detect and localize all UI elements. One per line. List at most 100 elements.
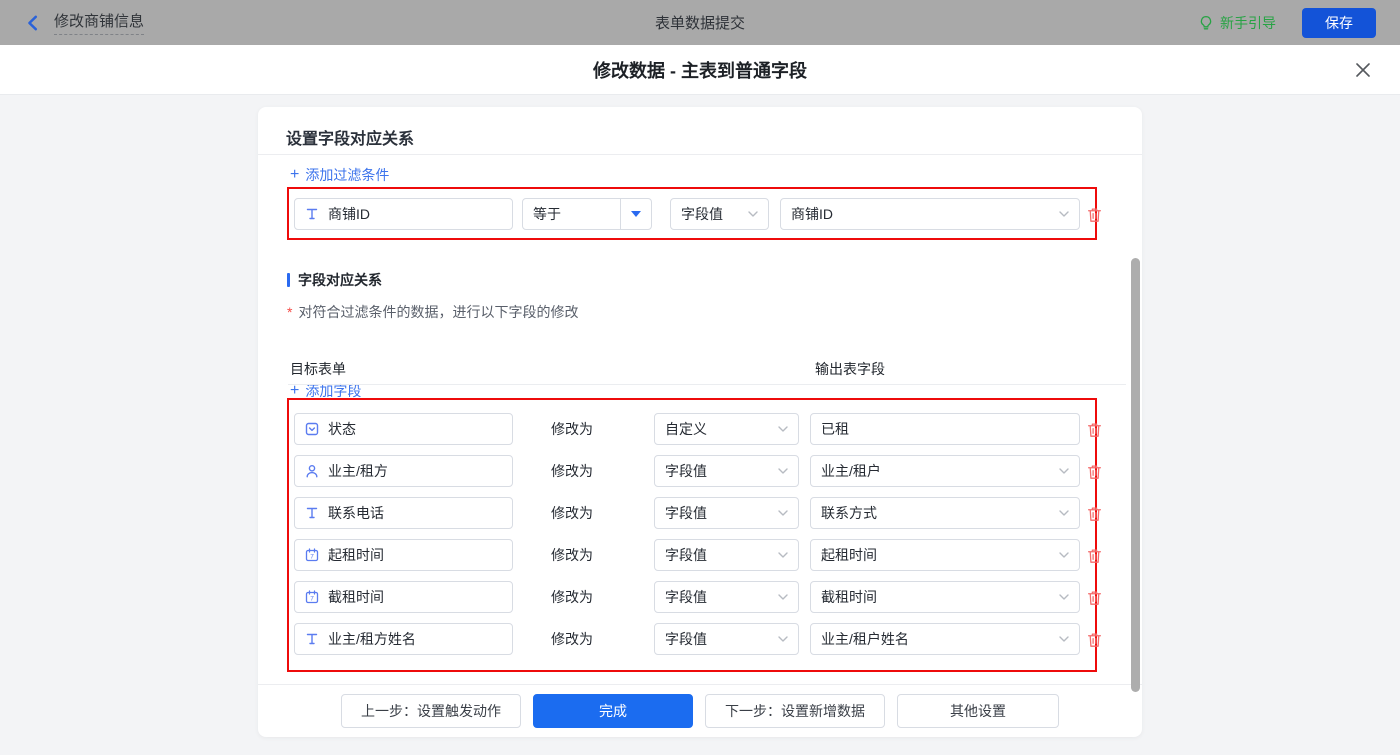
other-settings-button[interactable]: 其他设置 <box>897 694 1059 728</box>
mapping-row: 业主/租方 修改为 字段值 业主/租户 <box>289 455 1095 487</box>
modify-to-label: 修改为 <box>551 589 593 605</box>
column-header-target: 目标表单 <box>290 361 346 377</box>
output-value-input[interactable]: 已租 <box>810 413 1080 445</box>
delete-filter-button[interactable] <box>1087 206 1105 224</box>
target-field-input[interactable]: 业主/租方姓名 <box>294 623 513 655</box>
trash-icon <box>1087 422 1102 438</box>
value-type-select[interactable]: 字段值 <box>654 455 799 487</box>
prev-step-button[interactable]: 上一步：设置触发动作 <box>341 694 521 728</box>
mapping-row: 截租时间 修改为 字段值 截租时间 <box>289 581 1095 613</box>
delete-row-button[interactable] <box>1087 631 1105 649</box>
filter-value-select[interactable]: 商铺ID <box>780 198 1080 230</box>
chevron-down-icon <box>778 636 788 642</box>
close-icon <box>1356 63 1370 77</box>
target-field-input[interactable]: 业主/租方 <box>294 455 513 487</box>
value-type-select[interactable]: 自定义 <box>654 413 799 445</box>
mapping-description: * 对符合过滤条件的数据，进行以下字段的修改 <box>287 304 579 320</box>
chevron-down-icon <box>748 211 758 217</box>
beginner-guide-link[interactable]: 新手引导 <box>1198 13 1276 33</box>
text-field-icon <box>305 632 319 646</box>
delete-row-button[interactable] <box>1087 589 1105 607</box>
next-step-button[interactable]: 下一步：设置新增数据 <box>705 694 885 728</box>
date-field-icon <box>305 590 319 604</box>
close-button[interactable] <box>1354 60 1374 80</box>
app-title: 表单数据提交 <box>654 15 745 32</box>
plus-icon: + <box>290 382 300 399</box>
modify-to-label: 修改为 <box>551 463 593 479</box>
value-type: 字段值 <box>681 206 723 222</box>
scrollbar-thumb[interactable] <box>1131 258 1140 692</box>
section-accent-bar <box>287 273 290 287</box>
output-field-select[interactable]: 起租时间 <box>810 539 1080 571</box>
back-label: 修改商铺信息 <box>54 10 145 35</box>
text-field-icon <box>305 207 319 221</box>
output-field-select[interactable]: 业主/租户 <box>810 455 1080 487</box>
filter-operator-select[interactable]: 等于 <box>522 198 652 230</box>
value-type-select[interactable]: 字段值 <box>654 539 799 571</box>
delete-row-button[interactable] <box>1087 421 1105 439</box>
person-field-icon <box>305 464 319 478</box>
filter-value: 商铺ID <box>791 206 833 222</box>
field-mapping-card: 设置字段对应关系 + 添加过滤条件 商铺ID 等于 字段值 商铺ID 字段对应关… <box>258 107 1142 737</box>
modify-to-label: 修改为 <box>551 505 593 521</box>
highlight-box-filter: 商铺ID 等于 字段值 商铺ID <box>287 187 1097 240</box>
save-button[interactable]: 保存 <box>1302 7 1376 38</box>
mapping-section-title: 字段对应关系 <box>287 270 382 290</box>
mapping-row: 起租时间 修改为 字段值 起租时间 <box>289 539 1095 571</box>
chevron-down-icon <box>778 552 788 558</box>
guide-label: 新手引导 <box>1220 14 1276 31</box>
filter-field-input[interactable]: 商铺ID <box>294 198 513 230</box>
modify-to-label: 修改为 <box>551 547 593 563</box>
value-type-select[interactable]: 字段值 <box>654 623 799 655</box>
trash-icon <box>1087 632 1102 648</box>
chevron-down-icon <box>1059 594 1069 600</box>
delete-row-button[interactable] <box>1087 505 1105 523</box>
chevron-down-icon <box>1059 510 1069 516</box>
highlight-box-mapping: 状态 修改为 自定义 已租 业主/租方 修改为 字段值 业主/租户 联系电话 修… <box>287 398 1097 672</box>
card-footer: 上一步：设置触发动作 完成 下一步：设置新增数据 其他设置 <box>258 684 1142 737</box>
chevron-down-icon <box>778 594 788 600</box>
value-type-select[interactable]: 字段值 <box>654 581 799 613</box>
divider <box>288 384 1126 385</box>
back-button[interactable]: 修改商铺信息 <box>24 10 145 35</box>
required-mark: * <box>287 304 293 320</box>
target-field-input[interactable]: 状态 <box>294 413 513 445</box>
output-field-select[interactable]: 业主/租户姓名 <box>810 623 1080 655</box>
target-field-input[interactable]: 起租时间 <box>294 539 513 571</box>
modal-header: 修改数据 - 主表到普通字段 <box>0 45 1400 95</box>
value-type-select[interactable]: 字段值 <box>654 497 799 529</box>
add-filter-link[interactable]: + 添加过滤条件 <box>290 165 389 185</box>
operator-caret[interactable] <box>620 199 651 229</box>
chevron-down-icon <box>778 426 788 432</box>
date-field-icon <box>305 548 319 562</box>
modal-title: 修改数据 - 主表到普通字段 <box>593 60 807 81</box>
target-field-input[interactable]: 截租时间 <box>294 581 513 613</box>
chevron-down-icon <box>778 468 788 474</box>
filter-field-value: 商铺ID <box>328 206 370 222</box>
modify-to-label: 修改为 <box>551 421 593 437</box>
trash-icon <box>1087 590 1102 606</box>
column-header-output: 输出表字段 <box>815 361 885 377</box>
trash-icon <box>1087 464 1102 480</box>
output-field-select[interactable]: 联系方式 <box>810 497 1080 529</box>
select-field-icon <box>305 422 319 436</box>
trash-icon <box>1087 207 1102 223</box>
mapping-row: 业主/租方姓名 修改为 字段值 业主/租户姓名 <box>289 623 1095 655</box>
done-button[interactable]: 完成 <box>533 694 693 728</box>
chevron-down-icon <box>1059 552 1069 558</box>
delete-row-button[interactable] <box>1087 547 1105 565</box>
delete-row-button[interactable] <box>1087 463 1105 481</box>
chevron-down-icon <box>1059 468 1069 474</box>
target-field-input[interactable]: 联系电话 <box>294 497 513 529</box>
filter-value-type-select[interactable]: 字段值 <box>670 198 769 230</box>
topbar: 修改商铺信息 表单数据提交 新手引导 保存 <box>0 0 1400 45</box>
trash-icon <box>1087 548 1102 564</box>
back-chevron-icon <box>24 14 42 32</box>
trash-icon <box>1087 506 1102 522</box>
modify-to-label: 修改为 <box>551 631 593 647</box>
plus-icon: + <box>290 166 300 183</box>
modal-body: 设置字段对应关系 + 添加过滤条件 商铺ID 等于 字段值 商铺ID 字段对应关… <box>0 95 1400 755</box>
output-field-select[interactable]: 截租时间 <box>810 581 1080 613</box>
chevron-down-icon <box>778 510 788 516</box>
chevron-down-icon <box>1059 211 1069 217</box>
